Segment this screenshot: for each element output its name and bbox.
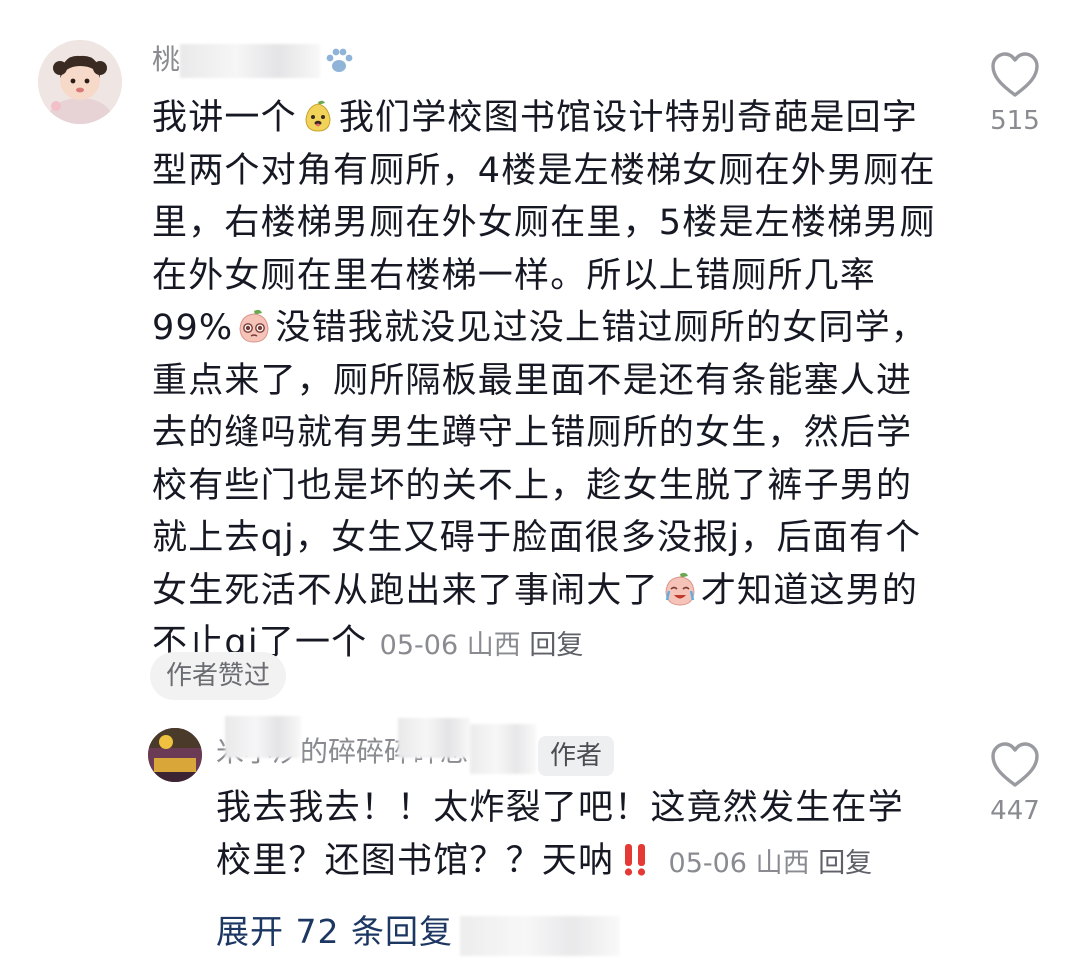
like-count: 447 (990, 796, 1040, 826)
reply-meta: 05-06 山西 回复 (668, 847, 873, 879)
redacted-username-block (225, 716, 301, 758)
comment-username[interactable]: 桃 (152, 42, 180, 78)
expand-replies-button[interactable]: 展开 72 条回复 (216, 910, 453, 954)
comment-text: 我讲一个 我们学校图书馆设计特别奇葩是回字型两个对角有厕所，4楼是左楼梯女厕在外男… (152, 97, 936, 663)
comment-meta: 05-06 山西 回复 (379, 630, 584, 661)
redacted-username-block (470, 724, 536, 774)
double-exclamation-emoji (616, 840, 654, 878)
reply-like-button[interactable]: 447 (975, 742, 1055, 826)
redacted-watermark (460, 916, 620, 956)
heart-icon (991, 742, 1039, 787)
reply-link[interactable]: 回复 (529, 630, 583, 661)
paw-icon (322, 44, 356, 82)
reply-link[interactable]: 回复 (818, 848, 872, 879)
avatar[interactable] (38, 40, 122, 124)
pear-dog-emoji (299, 97, 337, 135)
reply-text: 我去我去！！太炸裂了吧！这竟然发生在学校里？还图书馆？？天呐 05-06 山西 … (216, 788, 904, 881)
heart-icon (991, 52, 1039, 97)
redacted-username-block (398, 718, 470, 758)
author-tag: 作者 (538, 736, 615, 776)
like-count: 515 (990, 106, 1040, 136)
redacted-username (180, 44, 320, 78)
peach-pleading-emoji (235, 307, 273, 345)
peach-crying-emoji (661, 570, 699, 608)
author-liked-badge: 作者赞过 (150, 652, 287, 700)
reply-avatar[interactable] (148, 728, 202, 782)
comment-like-button[interactable]: 515 (975, 52, 1055, 136)
